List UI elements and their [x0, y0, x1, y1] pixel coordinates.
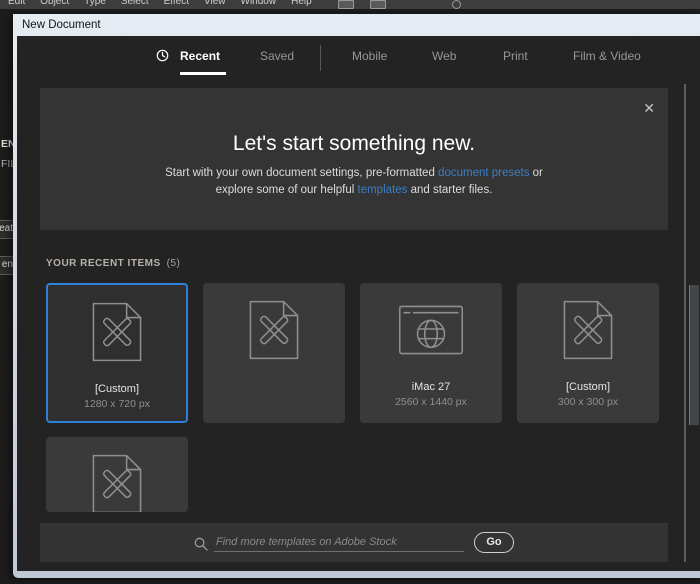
hero-body-text: or	[529, 167, 543, 179]
dialog-body: Recent Saved Mobile Web Print Film & Vid…	[17, 36, 700, 571]
scrollbar-track[interactable]	[684, 84, 686, 562]
circle-icon[interactable]	[452, 0, 461, 9]
card-name: iMac 27	[411, 381, 451, 393]
tab-film-video[interactable]: Film & Video	[573, 49, 641, 63]
dialog-titlebar[interactable]: New Document	[13, 14, 700, 36]
app-menu-bar: Edit Object Type Select Effect View Wind…	[0, 0, 700, 9]
search-icon	[194, 537, 208, 551]
close-icon[interactable]: ✕	[643, 101, 655, 115]
search-input[interactable]	[214, 533, 464, 552]
panel-icon[interactable]	[338, 0, 354, 9]
recent-item-card[interactable]: iMac 27 2560 x 1440 px	[360, 283, 502, 423]
recent-items-count: (5)	[166, 258, 181, 269]
menu-item[interactable]: Object	[40, 0, 69, 7]
hero-body-text: and starter files.	[407, 184, 493, 196]
document-presets-link[interactable]: document presets	[438, 167, 529, 179]
card-name: [Custom]	[565, 381, 610, 393]
menu-item[interactable]: Effect	[164, 0, 189, 7]
tab-saved[interactable]: Saved	[260, 49, 294, 63]
hero-body-text: explore some of our helpful	[215, 184, 358, 196]
recent-item-card[interactable]: [Custom] 300 x 300 px	[517, 283, 659, 423]
go-button[interactable]: Go	[474, 532, 514, 553]
document-template-icon	[92, 454, 142, 512]
menu-item[interactable]: Help	[291, 0, 312, 7]
panel-icon[interactable]	[370, 0, 386, 9]
browser-globe-icon	[398, 305, 464, 355]
recent-items-heading-text: YOUR RECENT ITEMS	[46, 258, 161, 269]
template-search-panel: Go	[40, 523, 668, 562]
card-dimensions: 2560 x 1440 px	[395, 396, 467, 408]
card-name: [Custom]	[94, 383, 139, 395]
card-dimensions: 1280 x 720 px	[84, 398, 150, 410]
recent-items-heading: YOUR RECENT ITEMS (5)	[46, 258, 180, 269]
templates-link[interactable]: templates	[358, 184, 408, 196]
new-document-dialog: New Document Recent Saved Mobile Web Pri…	[13, 14, 700, 578]
card-dimensions: 300 x 300 px	[557, 396, 619, 408]
hero-title: Let's start something new.	[232, 132, 476, 155]
menu-item[interactable]: Edit	[8, 0, 25, 7]
hero-banner: ✕ Let's start something new. Start with …	[40, 88, 668, 230]
tab-divider	[320, 45, 321, 71]
clock-icon	[156, 49, 169, 62]
dialog-title: New Document	[22, 19, 101, 31]
document-template-icon	[563, 300, 613, 360]
menu-item[interactable]: Window	[241, 0, 277, 7]
tab-print[interactable]: Print	[503, 49, 528, 63]
active-tab-underline	[180, 72, 226, 75]
recent-item-card[interactable]: [Custom] 1280 x 720 px	[46, 283, 188, 423]
document-template-icon	[249, 300, 299, 360]
hero-body: Start with your own document settings, p…	[40, 165, 668, 199]
tab-web[interactable]: Web	[432, 49, 456, 63]
hero-body-text: Start with your own document settings, p…	[165, 167, 439, 179]
menu-item[interactable]: Type	[84, 0, 106, 7]
menu-item[interactable]: Select	[121, 0, 149, 7]
document-template-icon	[92, 302, 142, 362]
tab-recent[interactable]: Recent	[180, 49, 220, 63]
scrollbar-thumb[interactable]	[689, 285, 699, 425]
tab-mobile[interactable]: Mobile	[352, 49, 387, 63]
recent-item-card[interactable]	[203, 283, 345, 423]
recent-item-card[interactable]	[46, 437, 188, 512]
menu-item[interactable]: View	[204, 0, 226, 7]
